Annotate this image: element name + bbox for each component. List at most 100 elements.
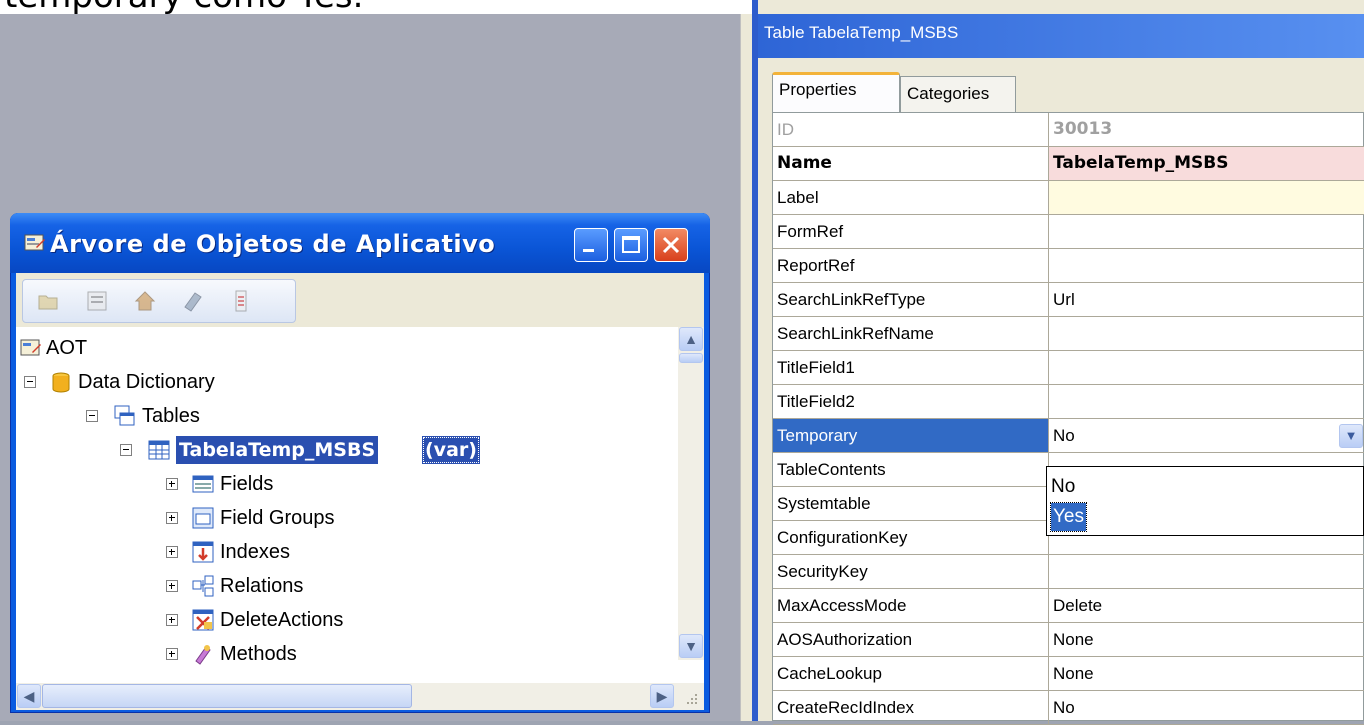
dropdown-option-no[interactable]: No [1051, 473, 1075, 501]
chevron-right-icon: ▶ [656, 688, 668, 704]
tree-node-field-groups[interactable]: Field Groups [20, 503, 420, 533]
aot-window-icon [24, 234, 45, 251]
property-value[interactable]: TabelaTemp_MSBS [1049, 147, 1364, 180]
property-name: Temporary [773, 419, 1049, 452]
property-row-titlefield2[interactable]: TitleField2 [773, 385, 1364, 419]
var-suffix-label: (var) [422, 436, 480, 464]
expand-icon[interactable] [166, 580, 178, 592]
tab-properties[interactable]: Properties [772, 72, 900, 112]
property-row-titlefield1[interactable]: TitleField1 [773, 351, 1364, 385]
property-row-cachelookup[interactable]: CacheLookup None [773, 657, 1364, 691]
collapse-icon[interactable] [24, 376, 36, 388]
property-value[interactable] [1049, 249, 1364, 282]
property-row-temporary[interactable]: Temporary No ▼ [773, 419, 1364, 453]
property-value[interactable]: Url [1049, 283, 1364, 316]
property-row-reportref[interactable]: ReportRef [773, 249, 1364, 283]
expand-icon[interactable] [166, 648, 178, 660]
property-name: Label [773, 181, 1049, 214]
aot-tree[interactable]: AOT Data Dictionary Tables TabelaTemp_MS… [16, 327, 704, 710]
property-row-aosauthorization[interactable]: AOSAuthorization None [773, 623, 1364, 657]
property-value[interactable] [1049, 555, 1364, 588]
vertical-scrollbar[interactable]: ▲ ▼ [678, 327, 704, 660]
tree-node-fields[interactable]: Fields [20, 469, 420, 499]
tree-node-deleteactions[interactable]: DeleteActions [20, 605, 420, 635]
dropdown-option-yes[interactable]: Yes [1050, 502, 1087, 532]
tree-node-tabelatemp-msbs[interactable]: TabelaTemp_MSBS (var) [20, 435, 520, 465]
property-value[interactable]: None [1049, 623, 1364, 656]
tree-node-data-dictionary[interactable]: Data Dictionary [20, 367, 420, 397]
property-name: SecurityKey [773, 555, 1049, 588]
property-row-name[interactable]: Name TabelaTemp_MSBS [773, 147, 1364, 181]
compile-icon[interactable] [181, 289, 205, 313]
property-value[interactable] [1049, 385, 1364, 418]
maximize-button[interactable] [614, 228, 648, 262]
property-name: Systemtable [773, 487, 1049, 520]
tree-node-tables[interactable]: Tables [20, 401, 420, 431]
expand-icon[interactable] [166, 614, 178, 626]
property-value-select[interactable]: No [1049, 419, 1364, 452]
properties-titlebar[interactable]: Table TabelaTemp_MSBS [758, 14, 1364, 58]
properties-window: Table TabelaTemp_MSBS Properties Categor… [758, 0, 1364, 725]
property-value[interactable]: No [1049, 691, 1364, 724]
tree-node-methods[interactable]: Methods [20, 639, 420, 669]
dropdown-button[interactable]: ▼ [1339, 424, 1363, 448]
property-value[interactable] [1049, 181, 1364, 214]
aot-toolbar [22, 279, 296, 323]
aot-titlebar[interactable]: Árvore de Objetos de Aplicativo [10, 213, 710, 273]
property-name: ConfigurationKey [773, 521, 1049, 554]
property-value[interactable] [1049, 317, 1364, 350]
collapse-icon[interactable] [86, 410, 98, 422]
property-row-createrecidindex[interactable]: CreateRecIdIndex No [773, 691, 1364, 725]
tree-node-label: Tables [142, 405, 200, 427]
methods-icon [195, 645, 211, 665]
close-button[interactable] [654, 228, 688, 262]
tree-node-aot[interactable]: AOT [20, 333, 320, 363]
property-value[interactable] [1049, 351, 1364, 384]
collapse-icon[interactable] [120, 444, 132, 456]
properties-icon[interactable] [85, 289, 109, 313]
expand-icon[interactable] [166, 478, 178, 490]
property-row-securitykey[interactable]: SecurityKey [773, 555, 1364, 589]
indexes-icon [192, 541, 214, 563]
horizontal-scrollbar[interactable]: ◀ ▶ [16, 683, 704, 710]
tree-node-label: Relations [220, 575, 304, 597]
tab-categories[interactable]: Categories [900, 76, 1016, 112]
property-name: ReportRef [773, 249, 1049, 282]
field-groups-icon [192, 507, 214, 529]
property-value[interactable]: Delete [1049, 589, 1364, 622]
property-value[interactable] [1049, 215, 1364, 248]
property-row-searchlinkreftype[interactable]: SearchLinkRefType Url [773, 283, 1364, 317]
save-icon[interactable] [133, 289, 157, 313]
aot-body: AOT Data Dictionary Tables TabelaTemp_MS… [16, 273, 704, 710]
import-icon[interactable] [229, 289, 253, 313]
property-name: FormRef [773, 215, 1049, 248]
tables-icon [114, 405, 135, 426]
temporary-dropdown-list[interactable]: No Yes [1046, 466, 1364, 536]
horizontal-scroll-thumb[interactable] [42, 684, 412, 708]
tree-node-indexes[interactable]: Indexes [20, 537, 420, 567]
chevron-down-icon: ▼ [1344, 428, 1358, 443]
scroll-down-button[interactable]: ▼ [679, 634, 703, 658]
property-row-maxaccessmode[interactable]: MaxAccessMode Delete [773, 589, 1364, 623]
property-name: AOSAuthorization [773, 623, 1049, 656]
property-name: CacheLookup [773, 657, 1049, 690]
property-row-id[interactable]: ID 30013 [773, 113, 1364, 147]
property-row-searchlinkrefname[interactable]: SearchLinkRefName [773, 317, 1364, 351]
scroll-right-button[interactable]: ▶ [650, 684, 674, 708]
tree-node-label: Fields [220, 473, 274, 495]
slide-caption: temporary como Yes. [0, 0, 752, 14]
property-name: MaxAccessMode [773, 589, 1049, 622]
property-value[interactable]: None [1049, 657, 1364, 690]
resize-grip-icon[interactable] [680, 687, 700, 707]
expand-icon[interactable] [166, 512, 178, 524]
open-icon[interactable] [37, 289, 61, 313]
property-row-label[interactable]: Label [773, 181, 1364, 215]
minimize-button[interactable] [574, 228, 608, 262]
chevron-down-icon: ▼ [684, 638, 698, 654]
tree-node-relations[interactable]: Relations [20, 571, 420, 601]
scroll-left-button[interactable]: ◀ [17, 684, 41, 708]
scroll-up-button[interactable]: ▲ [679, 327, 703, 351]
property-row-formref[interactable]: FormRef [773, 215, 1364, 249]
expand-icon[interactable] [166, 546, 178, 558]
scroll-thumb[interactable] [679, 353, 703, 363]
